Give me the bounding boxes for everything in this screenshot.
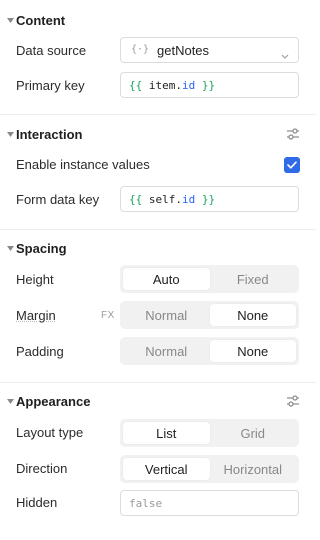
section-title: Content xyxy=(16,12,66,28)
data-source-select[interactable]: {·} getNotes xyxy=(120,37,299,63)
height-segmented-control[interactable]: Auto Fixed xyxy=(120,265,299,293)
query-icon: {·} xyxy=(131,44,150,55)
caret-down-icon xyxy=(6,244,14,252)
layout-option-grid[interactable]: Grid xyxy=(210,422,297,444)
caret-down-icon xyxy=(6,16,14,24)
data-source-label: Data source xyxy=(16,43,87,58)
margin-segmented-control[interactable]: Normal None xyxy=(120,301,299,329)
interaction-section-header[interactable]: Interaction xyxy=(0,123,316,145)
data-source-value: getNotes xyxy=(157,43,210,58)
padding-label: Padding xyxy=(16,344,64,359)
code-open-brace: {{ xyxy=(129,79,143,92)
caret-down-icon xyxy=(6,130,14,138)
layout-type-segmented-control[interactable]: List Grid xyxy=(120,419,299,447)
section-divider xyxy=(0,382,316,383)
caret-down-icon xyxy=(6,397,14,405)
padding-option-normal[interactable]: Normal xyxy=(123,340,210,362)
chevron-down-icon xyxy=(281,47,289,62)
code-close-brace: }} xyxy=(201,193,216,206)
code-prop: id xyxy=(182,79,196,92)
section-title: Spacing xyxy=(16,240,67,256)
section-divider xyxy=(0,229,316,230)
code-close-brace: }} xyxy=(201,79,216,92)
code-dot: . xyxy=(175,79,182,92)
direction-segmented-control[interactable]: Vertical Horizontal xyxy=(120,455,299,483)
check-icon xyxy=(287,161,297,169)
sliders-icon[interactable] xyxy=(286,127,300,141)
margin-label: Margin xyxy=(16,308,56,323)
hidden-label: Hidden xyxy=(16,495,58,510)
height-option-fixed[interactable]: Fixed xyxy=(210,268,297,290)
code-ident: item xyxy=(148,79,176,92)
direction-option-horizontal[interactable]: Horizontal xyxy=(210,458,297,480)
spacing-section-header[interactable]: Spacing xyxy=(0,237,316,259)
section-divider xyxy=(0,114,316,115)
enable-instance-values-checkbox[interactable] xyxy=(284,157,300,173)
sliders-icon[interactable] xyxy=(286,394,300,408)
layout-option-list[interactable]: List xyxy=(123,422,210,444)
appearance-section-header[interactable]: Appearance xyxy=(0,390,316,412)
section-title: Interaction xyxy=(16,126,83,142)
form-data-key-label: Form data key xyxy=(16,192,100,207)
code-open-brace: {{ xyxy=(129,193,143,206)
content-section-header[interactable]: Content xyxy=(0,9,316,31)
margin-option-normal[interactable]: Normal xyxy=(123,304,210,326)
enable-instance-values-label: Enable instance values xyxy=(16,157,150,172)
primary-key-label: Primary key xyxy=(16,78,85,93)
height-label: Height xyxy=(16,272,54,287)
padding-option-none[interactable]: None xyxy=(209,340,296,362)
form-data-key-input[interactable]: {{ self.id }} xyxy=(120,186,299,212)
hidden-input[interactable]: false xyxy=(120,490,299,516)
code-ident: self xyxy=(148,193,176,206)
code-prop: id xyxy=(182,193,196,206)
direction-option-vertical[interactable]: Vertical xyxy=(123,458,210,480)
margin-option-none[interactable]: None xyxy=(209,304,296,326)
layout-type-label: Layout type xyxy=(16,425,84,440)
code-dot: . xyxy=(175,193,182,206)
primary-key-input[interactable]: {{ item.id }} xyxy=(120,72,299,98)
height-option-auto[interactable]: Auto xyxy=(123,268,210,290)
section-title: Appearance xyxy=(16,393,91,409)
fx-toggle[interactable]: FX xyxy=(101,308,115,324)
direction-label: Direction xyxy=(16,461,68,476)
padding-segmented-control[interactable]: Normal None xyxy=(120,337,299,365)
